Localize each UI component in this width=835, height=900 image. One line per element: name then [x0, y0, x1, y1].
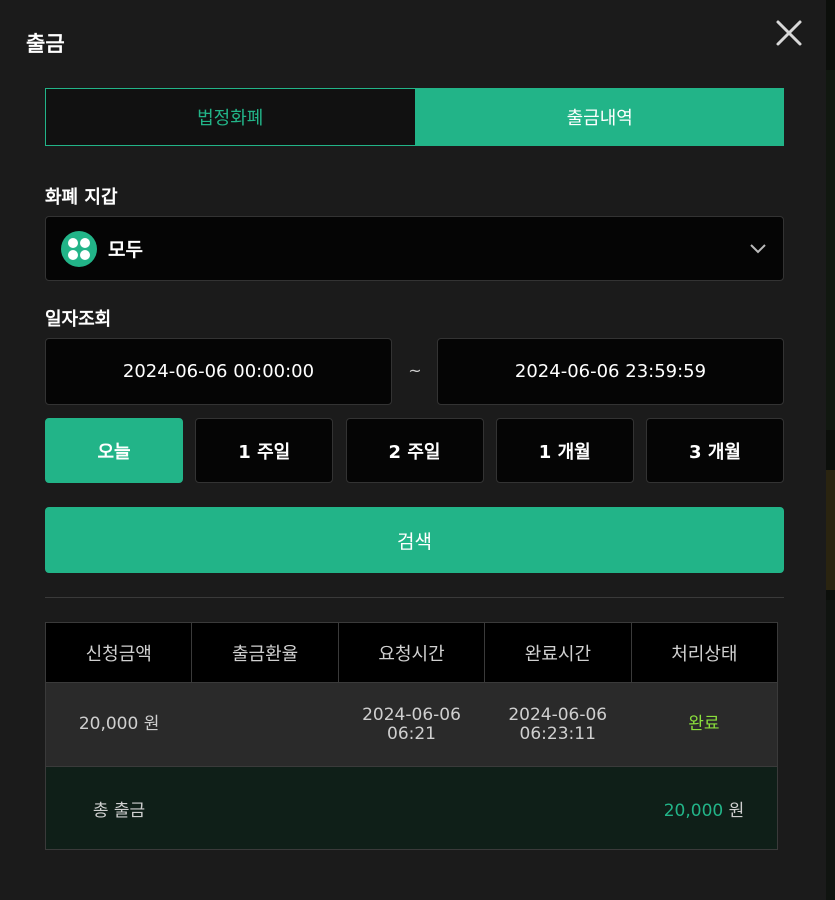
range-1month-button[interactable]: 1 개월 [495, 418, 634, 483]
withdraw-history-table: 신청금액 출금환율 요청시간 완료시간 처리상태 20,000 원 2024-0… [45, 622, 778, 850]
chevron-down-icon [750, 244, 766, 254]
range-1week-button[interactable]: 1 주일 [195, 418, 334, 483]
divider [45, 597, 784, 598]
range-today-button[interactable]: 오늘 [45, 418, 183, 483]
table-header: 신청금액 출금환율 요청시간 완료시간 처리상태 [46, 623, 777, 682]
wallet-select[interactable]: 모두 [45, 216, 784, 281]
date-query-label: 일자조회 [45, 309, 112, 330]
cell-amount: 20,000 원 [78, 714, 160, 734]
end-date-input[interactable]: 2024-06-06 23:59:59 [437, 338, 784, 405]
wallet-select-value: 모두 [108, 239, 143, 261]
cell-complete-time: 2024-06-06 06:23:11 [485, 683, 631, 766]
close-icon[interactable] [772, 16, 806, 50]
total-value: 20,000 원 [631, 796, 777, 821]
wallet-grid-icon [61, 230, 97, 267]
wallet-label: 화폐 지갑 [45, 187, 118, 208]
range-3month-button[interactable]: 3 개월 [646, 418, 784, 483]
total-amount: 20,000 [663, 800, 724, 821]
request-date: 2024-06-06 [362, 704, 461, 725]
header-complete-time: 완료시간 [485, 623, 632, 682]
cell-request-time: 2024-06-06 06:21 [338, 683, 484, 766]
modal-title: 출금 [26, 32, 65, 56]
date-separator: ~ [408, 361, 422, 380]
range-2week-button[interactable]: 2 주일 [345, 418, 484, 483]
start-date-input[interactable]: 2024-06-06 00:00:00 [45, 338, 392, 405]
header-amount: 신청금액 [46, 623, 193, 682]
tab-fiat[interactable]: 법정화폐 [45, 88, 416, 146]
complete-date: 2024-06-06 [508, 704, 608, 725]
table-row: 20,000 원 2024-06-06 06:21 2024-06-06 06:… [46, 682, 777, 766]
header-rate: 출금환율 [192, 623, 339, 682]
total-label: 총 출금 [92, 800, 146, 821]
tab-bar: 법정화폐 출금내역 [45, 88, 784, 146]
tab-withdraw-history[interactable]: 출금내역 [415, 88, 784, 146]
cell-rate [192, 683, 338, 766]
complete-time: 06:23:11 [519, 723, 596, 744]
header-status: 처리상태 [671, 643, 738, 665]
background-edge [826, 0, 835, 900]
search-button[interactable]: 검색 [45, 507, 784, 573]
cell-status: 완료 [688, 714, 720, 734]
table-total-row: 총 출금 20,000 원 [46, 766, 777, 849]
date-range-buttons: 오늘 1 주일 2 주일 1 개월 3 개월 [45, 418, 784, 483]
request-time: 06:21 [387, 723, 436, 744]
header-request-time: 요청시간 [339, 623, 486, 682]
total-unit: 원 [728, 800, 745, 821]
